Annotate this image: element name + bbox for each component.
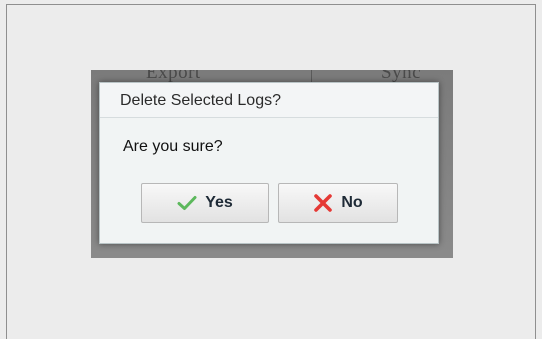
close-x-icon: [313, 193, 333, 213]
checkmark-icon: [177, 195, 197, 211]
dialog-message: Are you sure?: [123, 138, 223, 155]
no-button[interactable]: No: [278, 183, 398, 223]
yes-button[interactable]: Yes: [141, 183, 269, 223]
dialog-title: Delete Selected Logs?: [120, 92, 281, 109]
dialog-title-bar: Delete Selected Logs?: [100, 83, 438, 118]
confirm-delete-dialog: Delete Selected Logs? Are you sure? Yes …: [99, 82, 439, 244]
yes-button-label: Yes: [205, 194, 233, 211]
no-button-label: No: [341, 194, 363, 211]
